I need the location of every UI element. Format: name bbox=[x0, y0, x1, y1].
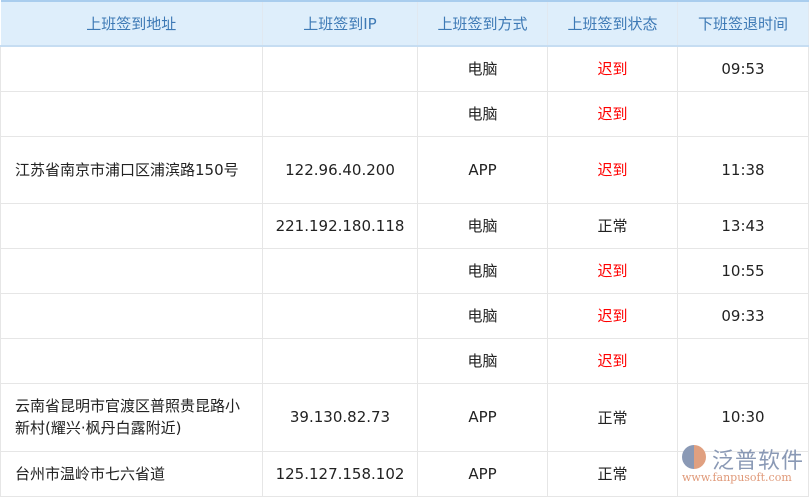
ip-cell bbox=[262, 90, 418, 137]
method-cell: 电脑 bbox=[417, 90, 548, 137]
status-cell: 正常 bbox=[547, 450, 678, 497]
ip-cell: 221.192.180.118 bbox=[262, 202, 418, 249]
method-cell: APP bbox=[417, 450, 548, 497]
method-cell: APP bbox=[417, 382, 548, 452]
watermark-url: www.fanpusoft.com bbox=[682, 471, 792, 484]
table-row[interactable]: 电脑 迟到 bbox=[0, 337, 809, 384]
status-cell: 迟到 bbox=[547, 45, 678, 92]
method-cell: 电脑 bbox=[417, 292, 548, 339]
address-cell: 云南省昆明市官渡区普照贵昆路小新村(耀兴·枫丹白露附近) bbox=[0, 382, 263, 452]
checkout-time-cell: 09:53 bbox=[677, 45, 809, 92]
header-row: 上班签到地址 上班签到IP 上班签到方式 上班签到状态 下班签退时间 bbox=[0, 0, 809, 47]
status-cell: 迟到 bbox=[547, 135, 678, 204]
checkout-time-cell: 13:43 bbox=[677, 202, 809, 249]
ip-cell bbox=[262, 337, 418, 384]
status-cell: 迟到 bbox=[547, 292, 678, 339]
table-row[interactable]: 云南省昆明市官渡区普照贵昆路小新村(耀兴·枫丹白露附近) 39.130.82.73… bbox=[0, 382, 809, 452]
status-cell: 正常 bbox=[547, 202, 678, 249]
address-cell bbox=[0, 247, 263, 294]
method-cell: 电脑 bbox=[417, 247, 548, 294]
ip-cell: 39.130.82.73 bbox=[262, 382, 418, 452]
col-status[interactable]: 上班签到状态 bbox=[547, 0, 678, 47]
table-row[interactable]: 电脑 迟到 09:53 bbox=[0, 45, 809, 92]
checkout-time-cell: 09:33 bbox=[677, 292, 809, 339]
status-cell: 迟到 bbox=[547, 90, 678, 137]
checkout-time-cell bbox=[677, 90, 809, 137]
address-cell bbox=[0, 337, 263, 384]
method-cell: APP bbox=[417, 135, 548, 204]
col-ip[interactable]: 上班签到IP bbox=[262, 0, 418, 47]
ip-cell bbox=[262, 292, 418, 339]
table-row[interactable]: 江苏省南京市浦口区浦滨路150号 122.96.40.200 APP 迟到 11:38 bbox=[0, 135, 809, 204]
attendance-table: 上班签到地址 上班签到IP 上班签到方式 上班签到状态 下班签退时间 电脑 迟到 0… bbox=[0, 0, 809, 497]
status-cell: 正常 bbox=[547, 382, 678, 452]
status-cell: 迟到 bbox=[547, 337, 678, 384]
address-cell: 台州市温岭市七六省道 bbox=[0, 450, 263, 497]
ip-cell bbox=[262, 45, 418, 92]
ip-cell bbox=[262, 247, 418, 294]
address-cell bbox=[0, 202, 263, 249]
col-method[interactable]: 上班签到方式 bbox=[417, 0, 548, 47]
checkout-time-cell bbox=[677, 337, 809, 384]
table-row[interactable]: 电脑 迟到 bbox=[0, 90, 809, 137]
table-row[interactable]: 电脑 迟到 10:55 bbox=[0, 247, 809, 294]
table-row[interactable]: 221.192.180.118 电脑 正常 13:43 bbox=[0, 202, 809, 249]
table-row[interactable]: 电脑 迟到 09:33 bbox=[0, 292, 809, 339]
address-cell bbox=[0, 90, 263, 137]
checkout-time-cell: 10:55 bbox=[677, 247, 809, 294]
ip-cell: 125.127.158.102 bbox=[262, 450, 418, 497]
status-cell: 迟到 bbox=[547, 247, 678, 294]
method-cell: 电脑 bbox=[417, 45, 548, 92]
ip-cell: 122.96.40.200 bbox=[262, 135, 418, 204]
method-cell: 电脑 bbox=[417, 202, 548, 249]
address-cell: 江苏省南京市浦口区浦滨路150号 bbox=[0, 135, 263, 204]
method-cell: 电脑 bbox=[417, 337, 548, 384]
address-cell bbox=[0, 45, 263, 92]
address-cell bbox=[0, 292, 263, 339]
checkout-time-cell: 11:38 bbox=[677, 135, 809, 204]
col-address[interactable]: 上班签到地址 bbox=[0, 0, 263, 47]
watermark: 泛普软件 www.fanpusoft.com bbox=[682, 443, 807, 489]
checkout-time-cell: 10:30 bbox=[677, 382, 809, 452]
fanpu-logo-icon bbox=[682, 445, 706, 469]
col-checkout-time[interactable]: 下班签退时间 bbox=[677, 0, 809, 47]
